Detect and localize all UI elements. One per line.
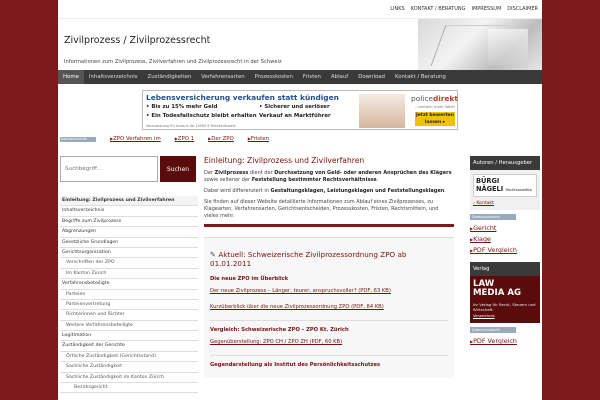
site-subtitle: Informationen zum Zivilprozess, Zivilver…	[64, 59, 282, 65]
quicklink-zpo-1[interactable]: ZPO 1	[175, 136, 194, 142]
ad-brand-b: direkt	[432, 94, 458, 103]
sidebar-subitem[interactable]: Parteien	[60, 290, 198, 300]
intro-paragraph-2: Dabei wird differenziert in Gestaltungsk…	[204, 188, 446, 194]
privacy-badge[interactable]: Datenschutzinfo	[60, 136, 96, 142]
section-heading: Gegendarstellung als Institut des Persön…	[210, 362, 381, 368]
sidebar-subitem[interactable]: Im Kanton Zürich	[60, 269, 198, 280]
search-input[interactable]	[60, 156, 158, 182]
nav-fristen[interactable]: Fristen	[298, 70, 326, 84]
toplink-kontakt[interactable]: KONTAKT / BERATUNG	[411, 6, 466, 12]
news-box: ✎ Aktuell: Schweizerische Zivilprozessor…	[204, 237, 454, 378]
sidebar-item[interactable]: Inhaltsverzeichnis	[60, 206, 198, 217]
sidebar-subitem[interactable]: Örtliche Zuständigkeit (Gerichtsstand)	[60, 352, 198, 363]
ad-banner[interactable]: Lebensversicherung verkaufen statt kündi…	[142, 90, 458, 130]
quicklink-der-zpo[interactable]: Der ZPO	[208, 136, 234, 142]
nav-zustaendigkeiten[interactable]: Zuständigkeiten	[143, 70, 197, 84]
quicklink-fristen[interactable]: Fristen	[248, 136, 269, 142]
law-media-link[interactable]: Verzeichnis	[473, 313, 495, 318]
sidebar-item[interactable]: Einleitung: Zivilprozess und Zivilverfah…	[60, 196, 198, 207]
buergi-naegeli-logo[interactable]: BÜRGI NÄGELI Rechtsanwälte	[473, 174, 537, 197]
nav-prozesskosten[interactable]: Prozesskosten	[250, 70, 298, 84]
ad-point-3: • Sicherer und seriöser	[259, 104, 330, 110]
link-klage[interactable]: Klage	[470, 234, 540, 245]
ad-tagline: ...einfach mehr Wert!	[415, 104, 456, 109]
privacy-badge[interactable]: Datenschutzinfo	[470, 327, 516, 333]
header-image	[418, 19, 542, 71]
nav-home[interactable]: Home	[58, 70, 84, 84]
sidebar-item[interactable]: Verfahrensbeteiligte	[60, 279, 198, 290]
verlag-heading: Verlag	[470, 262, 540, 276]
law-media-text: Ihr Verlag für Recht, Steuern und Wirtsc…	[473, 302, 536, 312]
law-media-box[interactable]: LAW MEDIA AG Ihr Verlag für Recht, Steuer…	[470, 276, 540, 323]
authors-box: BÜRGI NÄGELI Rechtsanwälte › Kontakt	[470, 170, 540, 210]
ad-brand-a: police	[411, 94, 433, 103]
ad-logo: policedirekt	[411, 94, 458, 103]
sidebar-subitem[interactable]: Vorschriften der ZPO	[60, 258, 198, 269]
toplink-links[interactable]: LINKS	[390, 6, 404, 12]
section-heading: Die neue ZPO im Überblick	[210, 276, 289, 282]
ad-point-1: • Bis zu 15% mehr Geld	[146, 104, 218, 110]
ad-fineprint: Vorausetzung für Ankauf: Ab 10000 € Rück…	[146, 124, 236, 128]
nav-download[interactable]: Download	[353, 70, 390, 84]
sidebar-item[interactable]: Zuständigkeit der Gerichte	[60, 341, 198, 352]
ad-point-2: • Ein Todesfallschutz bleibt erhalten	[146, 113, 257, 119]
main-content: Einleitung: Zivilprozess und Zivilverfah…	[204, 156, 454, 378]
sidebar-subitem[interactable]: Sachliche Zuständigkeit im Kanton Zürich	[60, 373, 198, 384]
sidebar-subitem[interactable]: Parteienvertretung	[60, 300, 198, 311]
nav-inhaltsverzeichnis[interactable]: Inhaltsverzeichnis	[84, 70, 143, 84]
sidebar-nav: Einleitung: Zivilprozess und Zivilverfah…	[60, 196, 198, 394]
intro-paragraph-3: Sie finden auf dieser Website detaillier…	[204, 199, 439, 219]
nav-verfahrensarten[interactable]: Verfahrensarten	[196, 70, 249, 84]
nav-kontakt[interactable]: Kontakt / Beratung	[390, 70, 451, 84]
pdf-link[interactable]: Kurzüberblick über die neue Zivilprozess…	[210, 304, 448, 310]
top-links: LINKS KONTAKT / BERATUNG IMPRESSUM DISCL…	[390, 6, 538, 12]
law-media-logo: LAW MEDIA AG	[473, 279, 522, 298]
site-title[interactable]: Zivilprozess / Zivilprozessrecht	[64, 35, 210, 46]
privacy-badge[interactable]: Datenschutzinfo	[470, 214, 516, 220]
sidebar-subitem[interactable]: Richterinnen und Richter	[60, 310, 198, 321]
authors-heading: Autoren / Herausgeber	[470, 156, 540, 170]
sidebar-item[interactable]: Begriffe zum Zivilprozess	[60, 217, 198, 228]
section-divider	[204, 224, 454, 227]
page: LINKS KONTAKT / BERATUNG IMPRESSUM DISCL…	[58, 0, 542, 400]
pdf-link[interactable]: Gegenüberstellung: ZPO CH / ZPO ZH (PDF,…	[210, 339, 448, 345]
link-pdf-vergleich-2[interactable]: PDF Vergleich	[470, 336, 540, 347]
intro-paragraph-1: Der Zivilprozess dient der Durchsetzung …	[204, 170, 452, 183]
right-sidebar: Autoren / Herausgeber BÜRGI NÄGELI Recht…	[470, 156, 540, 347]
toplink-impressum[interactable]: IMPRESSUM	[472, 6, 502, 12]
link-pdf-vergleich[interactable]: PDF Vergleich	[470, 245, 540, 256]
sidebar-subitem[interactable]: Sachliche Zuständigkeit	[60, 362, 198, 373]
nav-ablauf[interactable]: Ablauf	[326, 70, 353, 84]
sidebar-item[interactable]: Legitimation	[60, 331, 198, 342]
divider	[210, 355, 448, 356]
ad-headline: Lebensversicherung verkaufen statt kündi…	[146, 93, 339, 102]
news-title: ✎ Aktuell: Schweizerische Zivilprozessor…	[210, 250, 407, 268]
divider	[210, 320, 448, 321]
ad-point-4: Verkauf an Marktführer	[259, 113, 331, 119]
search-button[interactable]: Suchen	[160, 156, 196, 182]
page-title: Einleitung: Zivilprozess und Zivilverfah…	[204, 156, 365, 165]
ad-cta-button[interactable]: Jetzt bewerten lassen ▸	[415, 112, 455, 126]
sidebar-item[interactable]: Gesetzliche Grundlagen	[60, 238, 198, 248]
quicklink-zpo-verfahren[interactable]: ZPO Verfahren im	[110, 136, 161, 142]
site-header: Zivilprozess / Zivilprozessrecht Informa…	[58, 18, 542, 71]
pdf-link[interactable]: Der neue Zivilprozess – Länger, teurer, …	[210, 288, 448, 294]
section-heading: Vergleich: Schweizerische ZPO – ZPO Kt. …	[210, 327, 349, 333]
main-nav: Home Inhaltsverzeichnis Zuständigkeiten …	[58, 70, 542, 84]
ad-photo	[359, 94, 405, 128]
link-gericht[interactable]: Gericht	[470, 223, 540, 234]
sidebar-subitem[interactable]: Weitere Verfahrensbeteiligte	[60, 321, 198, 332]
sidebar-subitem[interactable]: Bezirksgericht	[60, 383, 198, 394]
sidebar-item[interactable]: Abgrenzungen	[60, 227, 198, 238]
sidebar-item[interactable]: Gerichtsorganisation	[60, 248, 198, 259]
kontakt-link[interactable]: › Kontakt	[473, 201, 537, 206]
toplink-disclaimer[interactable]: DISCLAIMER	[507, 6, 538, 12]
quick-links: Datenschutzinfo ZPO Verfahren im ZPO 1 D…	[60, 134, 540, 144]
